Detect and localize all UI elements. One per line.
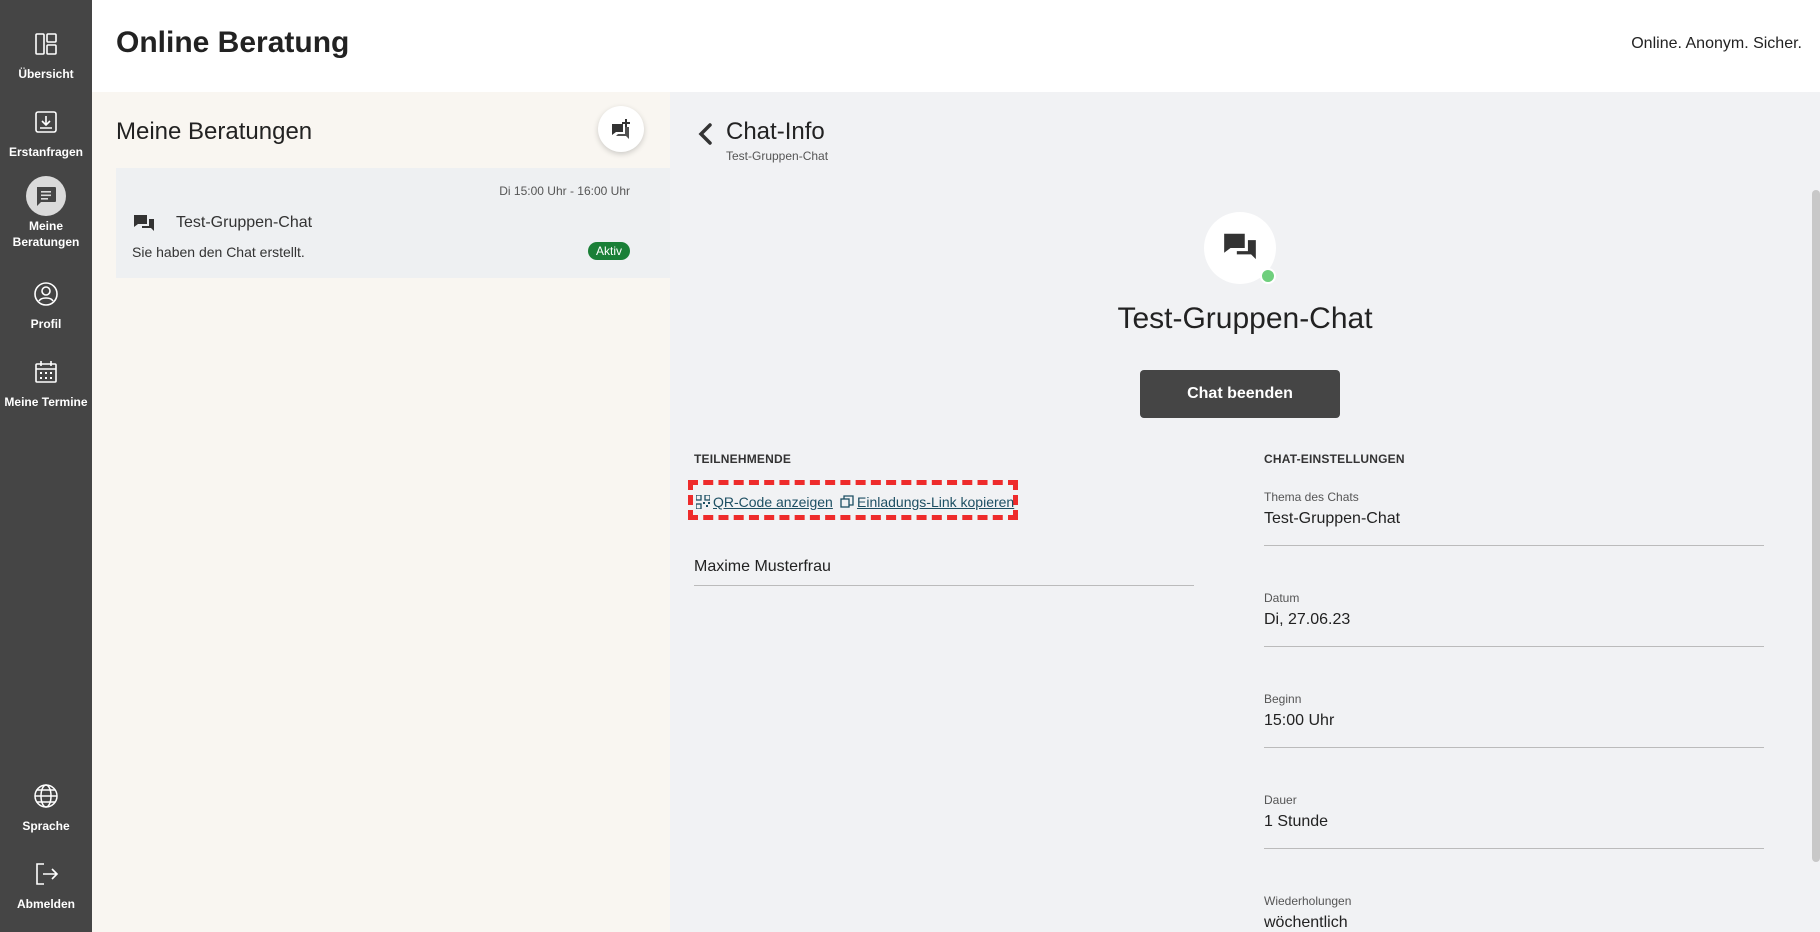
- online-status-dot: [1260, 268, 1276, 284]
- calendar-icon: [26, 352, 66, 392]
- end-chat-button[interactable]: Chat beenden: [1140, 370, 1340, 418]
- add-chat-icon: [612, 119, 630, 139]
- chat-settings-label: CHAT-EINSTELLUNGEN: [1264, 452, 1405, 466]
- copy-invite-link[interactable]: Einladungs-Link kopieren: [840, 494, 1014, 510]
- chat-name: Test-Gruppen-Chat: [1117, 302, 1373, 335]
- session-list-panel: Meine Beratungen Di 15:00 Uhr - 16:00 Uh…: [92, 92, 670, 932]
- field-value: 15:00 Uhr: [1264, 712, 1335, 729]
- sidebar-item-uebersicht[interactable]: Übersicht: [0, 24, 92, 82]
- sidebar-item-sprache[interactable]: Sprache: [0, 776, 92, 834]
- app-title: Online Beratung: [116, 26, 350, 59]
- group-chat-icon: [1224, 233, 1256, 260]
- sidebar-item-abmelden[interactable]: Abmelden: [0, 854, 92, 912]
- copy-invite-link-label: Einladungs-Link kopieren: [857, 494, 1015, 510]
- sidebar-item-erstanfragen[interactable]: Erstanfragen: [0, 102, 92, 160]
- new-group-chat-button[interactable]: [598, 106, 644, 152]
- sidebar-item-label: Übersicht: [18, 67, 74, 81]
- panel-title: Meine Beratungen: [116, 118, 313, 145]
- sidebar-item-label: Meine Beratungen: [12, 219, 80, 249]
- logout-icon: [26, 854, 66, 894]
- globe-icon: [26, 776, 66, 816]
- field-topic: Thema des Chats Test-Gruppen-Chat: [1264, 490, 1764, 546]
- sidebar-item-meine-beratungen[interactable]: Meine Beratungen: [0, 176, 92, 250]
- field-label: Wiederholungen: [1264, 894, 1352, 908]
- field-value: Test-Gruppen-Chat: [1264, 510, 1401, 527]
- field-value: 1 Stunde: [1264, 813, 1329, 830]
- scrollbar[interactable]: [1812, 190, 1820, 862]
- back-arrow-icon[interactable]: [696, 122, 714, 146]
- qr-code-icon: [696, 495, 710, 509]
- field-value: Di, 27.06.23: [1264, 611, 1351, 628]
- user-icon: [26, 274, 66, 314]
- session-preview: Sie haben den Chat erstellt.: [132, 244, 305, 260]
- qr-code-link-label: QR-Code anzeigen: [713, 494, 833, 510]
- chat-list-icon: [26, 176, 66, 216]
- field-start: Beginn 15:00 Uhr: [1264, 692, 1764, 748]
- group-chat-icon: [134, 215, 154, 231]
- field-label: Thema des Chats: [1264, 490, 1359, 504]
- sidebar: Übersicht Erstanfragen Meine Beratungen …: [0, 0, 92, 932]
- field-duration: Dauer 1 Stunde: [1264, 793, 1764, 849]
- header-claim: Online. Anonym. Sicher.: [1631, 35, 1802, 52]
- participant-item: Maxime Musterfrau: [694, 556, 1194, 586]
- sidebar-item-label: Abmelden: [16, 897, 75, 911]
- field-value: wöchentlich: [1264, 914, 1348, 931]
- sidebar-item-label: Meine Termine: [4, 395, 88, 409]
- field-label: Datum: [1264, 591, 1300, 605]
- inbox-icon: [26, 102, 66, 142]
- chat-info-title: Chat-Info: [726, 118, 825, 145]
- sidebar-item-label: Profil: [30, 317, 62, 331]
- chat-info-subtitle: Test-Gruppen-Chat: [726, 149, 829, 163]
- participants-label: TEILNEHMENDE: [694, 452, 792, 466]
- sidebar-item-label: Erstanfragen: [8, 145, 84, 159]
- field-date: Datum Di, 27.06.23: [1264, 591, 1764, 647]
- field-repetitions: Wiederholungen wöchentlich: [1264, 894, 1764, 932]
- list-item[interactable]: Di 15:00 Uhr - 16:00 Uhr Test-Gruppen-Ch…: [116, 168, 670, 278]
- sidebar-item-profil[interactable]: Profil: [0, 274, 92, 332]
- sidebar-item-label: Sprache: [22, 819, 70, 833]
- chat-info-panel: Chat-Info Test-Gruppen-Chat Test-Gruppen…: [670, 92, 1820, 932]
- field-label: Dauer: [1264, 793, 1297, 807]
- sidebar-item-meine-termine[interactable]: Meine Termine: [0, 352, 92, 410]
- session-time: Di 15:00 Uhr - 16:00 Uhr: [499, 184, 630, 198]
- dashboard-icon: [26, 24, 66, 64]
- header: Online Beratung Online. Anonym. Sicher.: [92, 0, 1820, 92]
- status-badge: Aktiv: [587, 242, 630, 260]
- session-name: Test-Gruppen-Chat: [176, 214, 313, 231]
- qr-code-link[interactable]: QR-Code anzeigen: [696, 494, 833, 510]
- copy-icon: [840, 495, 854, 508]
- field-label: Beginn: [1264, 692, 1302, 706]
